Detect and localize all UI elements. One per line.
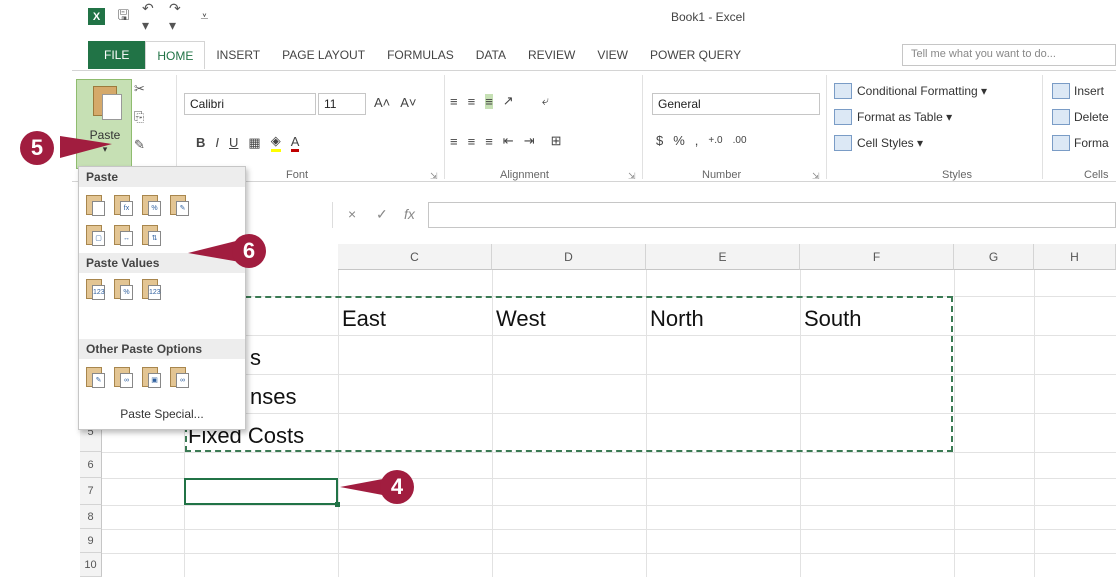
step-5-callout: 5 xyxy=(20,131,54,165)
step-6-callout: 6 xyxy=(232,234,266,268)
step-4-callout: 4 xyxy=(380,470,414,504)
callout-arrows xyxy=(60,136,388,496)
